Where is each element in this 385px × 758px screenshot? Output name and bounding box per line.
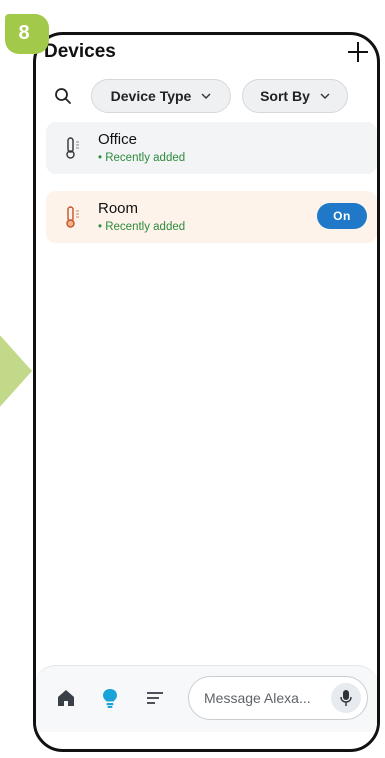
- header: Devices: [36, 35, 377, 73]
- device-card-office[interactable]: Office • Recently added: [46, 122, 377, 174]
- phone-screen: Devices Device Type Sort By Office • Rec…: [33, 32, 380, 752]
- device-status: • Recently added: [98, 152, 186, 164]
- microphone-icon: [340, 690, 352, 706]
- nav-home[interactable]: [55, 687, 77, 709]
- device-name: Office: [98, 131, 137, 148]
- thermometer-icon: [66, 206, 79, 228]
- power-toggle-button[interactable]: On: [317, 203, 367, 229]
- device-status: • Recently added: [98, 221, 186, 233]
- device-card-room[interactable]: Room • Recently added On: [46, 191, 377, 243]
- page-title: Devices: [44, 41, 116, 62]
- nav-more[interactable]: [144, 687, 166, 709]
- step-number: 8: [18, 21, 30, 44]
- search-icon: [55, 88, 71, 104]
- search-button[interactable]: [48, 81, 78, 111]
- message-alexa-input[interactable]: Message Alexa...: [188, 676, 368, 720]
- filter-bar: Device Type Sort By: [46, 79, 367, 113]
- sort-by-filter[interactable]: Sort By: [242, 79, 348, 113]
- more-icon: [147, 692, 163, 704]
- pointer-arrow: [0, 333, 32, 409]
- devices-icon: [103, 689, 117, 708]
- bottom-navigation: Message Alexa...: [36, 665, 377, 732]
- add-device-button[interactable]: [343, 37, 373, 67]
- device-name: Room: [98, 200, 139, 217]
- sort-by-label: Sort By: [260, 88, 310, 104]
- chevron-down-icon: [201, 93, 211, 99]
- chevron-down-icon: [320, 93, 330, 99]
- message-placeholder: Message Alexa...: [204, 690, 311, 706]
- microphone-button[interactable]: [331, 683, 361, 713]
- plus-icon: [348, 42, 368, 62]
- home-icon: [58, 690, 74, 706]
- step-badge: 8: [5, 14, 49, 54]
- thermometer-icon: [66, 137, 79, 159]
- device-type-filter[interactable]: Device Type: [91, 79, 231, 113]
- device-type-label: Device Type: [110, 88, 192, 104]
- nav-devices[interactable]: [99, 687, 121, 709]
